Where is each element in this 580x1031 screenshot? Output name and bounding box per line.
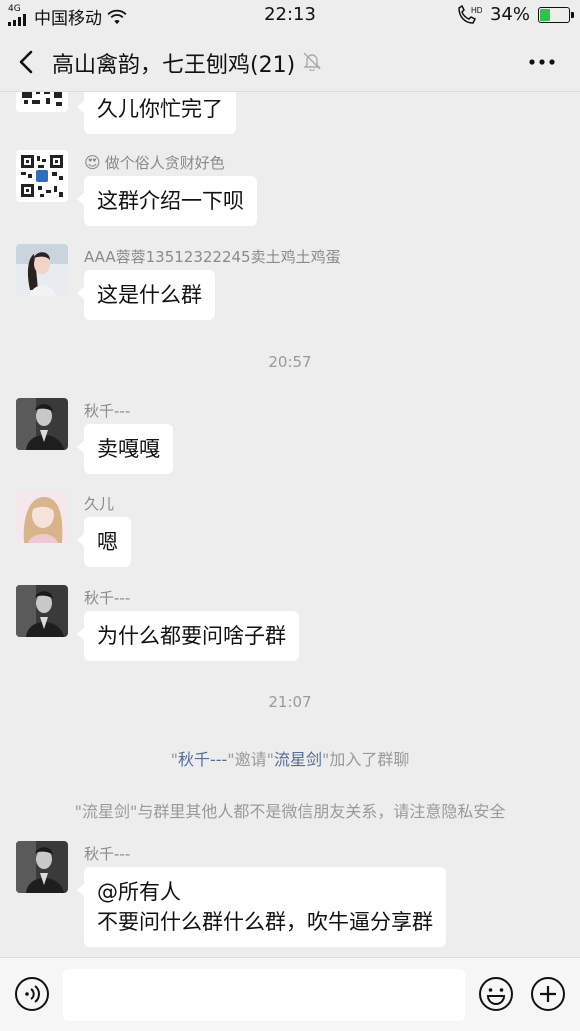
message-text: 卖嘎嘎 bbox=[97, 437, 160, 461]
message-text: 这是什么群 bbox=[97, 283, 202, 307]
sender-label: 秋千--- bbox=[84, 845, 131, 863]
message-text: 为什么都要问啥子群 bbox=[97, 624, 286, 648]
avatar[interactable] bbox=[16, 92, 68, 112]
status-bar: 4G 中国移动 22:13 HD 34% bbox=[0, 0, 580, 32]
message-bubble[interactable]: 这是什么群 bbox=[77, 270, 215, 320]
inviter-link[interactable]: 秋千--- bbox=[178, 750, 227, 769]
message-bubble[interactable]: 久儿你忙完了 bbox=[77, 92, 236, 134]
message-text: 久儿你忙完了 bbox=[97, 97, 223, 121]
system-notice-privacy: "流星剑"与群里其他人都不是微信朋友关系，请注意隐私安全 bbox=[74, 802, 506, 821]
qr-code-avatar-icon bbox=[16, 150, 68, 202]
message-bubble[interactable]: 卖嘎嘎 bbox=[77, 424, 173, 474]
avatar[interactable] bbox=[16, 398, 68, 450]
man-avatar-icon bbox=[16, 585, 68, 637]
ellipsis-icon[interactable] bbox=[528, 50, 556, 74]
chat-area[interactable]: 久儿你忙完了 😍 做个俗人贪财好色 这群介绍一下呗 AAA蓉蓉135123222… bbox=[0, 92, 580, 956]
sender-label: 做个俗人贪财好色 bbox=[104, 154, 225, 172]
qr-code-avatar-icon bbox=[16, 92, 68, 112]
sender-label: AAA蓉蓉13512322245卖土鸡土鸡蛋 bbox=[84, 248, 341, 266]
man-avatar-icon bbox=[16, 398, 68, 450]
message-text: 不要问什么群什么群，吹牛逼分享群 bbox=[97, 910, 433, 934]
message-text: 嗯 bbox=[97, 530, 118, 554]
chat-title: 高山禽韵，七王刨鸡(21) bbox=[52, 53, 296, 78]
bell-off-icon bbox=[303, 52, 321, 71]
battery-icon bbox=[538, 6, 574, 23]
hd-label: HD bbox=[471, 6, 482, 15]
sender-label: 秋千--- bbox=[84, 589, 131, 607]
avatar[interactable] bbox=[16, 244, 68, 296]
sender-label: 久儿 bbox=[84, 495, 115, 513]
invite-text: "邀请" bbox=[227, 750, 275, 769]
system-notice-invite: "秋千---"邀请"流星剑"加入了群聊 bbox=[0, 746, 580, 770]
sender-name: AAA蓉蓉13512322245卖土鸡土鸡蛋 bbox=[84, 246, 341, 267]
joined-text: "加入了群聊 bbox=[322, 750, 410, 769]
battery-percent: 34% bbox=[489, 4, 530, 25]
avatar[interactable] bbox=[16, 585, 68, 637]
woman-avatar-icon bbox=[16, 244, 68, 296]
sender-name: 秋千--- bbox=[84, 400, 130, 421]
message-text: @所有人 bbox=[97, 880, 181, 904]
message-text: 这群介绍一下呗 bbox=[97, 189, 244, 213]
timestamp-divider: 20:57 bbox=[268, 353, 312, 371]
avatar[interactable] bbox=[16, 491, 68, 543]
message-bubble[interactable]: 嗯 bbox=[77, 517, 131, 567]
back-icon[interactable] bbox=[14, 48, 40, 76]
emoji-icon[interactable] bbox=[478, 976, 514, 1012]
sender-name: 秋千--- bbox=[84, 843, 130, 864]
quote-open: " bbox=[170, 750, 178, 769]
sender-name: 久儿 bbox=[84, 493, 114, 514]
sender-name: 😍 做个俗人贪财好色 bbox=[84, 152, 225, 173]
message-input[interactable] bbox=[63, 969, 465, 1021]
sender-name: 秋千--- bbox=[84, 587, 130, 608]
voice-icon[interactable] bbox=[14, 976, 50, 1012]
message-bubble[interactable]: @所有人 不要问什么群什么群，吹牛逼分享群 bbox=[77, 867, 446, 947]
input-bar bbox=[0, 957, 580, 1031]
man-avatar-icon bbox=[16, 841, 68, 893]
avatar[interactable] bbox=[16, 150, 68, 202]
plus-icon[interactable] bbox=[530, 976, 566, 1012]
hd-call-icon: HD bbox=[458, 4, 482, 24]
avatar[interactable] bbox=[16, 841, 68, 893]
girl-avatar-icon bbox=[16, 491, 68, 543]
heart-eyes-emoji-icon: 😍 bbox=[84, 153, 101, 172]
message-bubble[interactable]: 为什么都要问啥子群 bbox=[77, 611, 299, 661]
message-bubble[interactable]: 这群介绍一下呗 bbox=[77, 176, 257, 226]
invitee-link[interactable]: 流星剑 bbox=[274, 750, 322, 769]
timestamp-divider: 21:07 bbox=[268, 693, 312, 711]
battery-level bbox=[540, 8, 550, 21]
sender-label: 秋千--- bbox=[84, 402, 131, 420]
nav-bar: 高山禽韵，七王刨鸡(21) bbox=[0, 32, 580, 92]
